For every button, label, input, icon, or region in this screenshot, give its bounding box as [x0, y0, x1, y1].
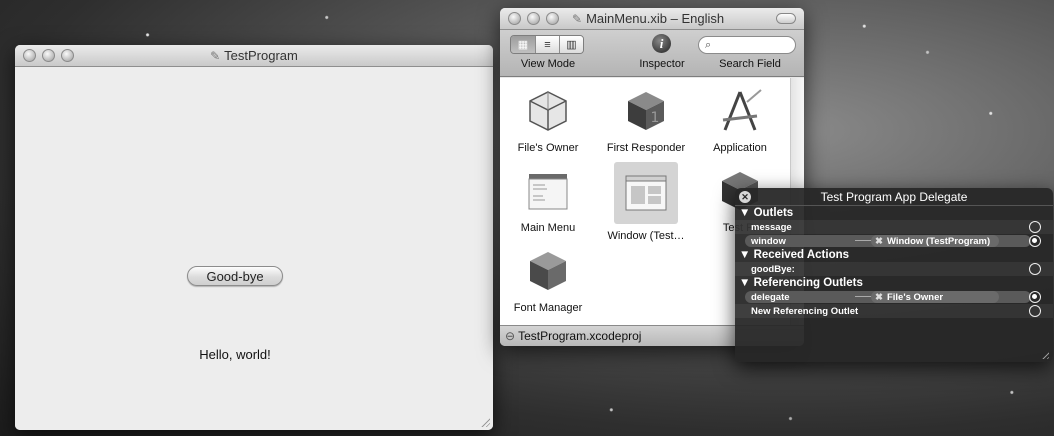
action-goodbye-row[interactable]: goodBye: [735, 262, 1053, 276]
item-label: Main Menu [520, 222, 576, 234]
close-window-button[interactable] [23, 49, 36, 62]
testprogram-window: ✎ TestProgram Good-bye Hello, world! [15, 45, 493, 430]
connection-circle-icon[interactable] [1029, 305, 1041, 317]
item-label: Font Manager [513, 302, 583, 314]
received-actions-header[interactable]: ▼ Received Actions [735, 248, 1053, 262]
inspector-info-icon[interactable]: i [652, 34, 671, 53]
project-icon[interactable]: ⊖ [505, 329, 515, 343]
outlet-name: message [751, 221, 792, 233]
outlets-header[interactable]: ▼ Outlets [735, 206, 1053, 220]
icon-view-icon[interactable]: ▦ [511, 36, 535, 53]
xib-object-first-responder[interactable]: 1 First Responder [598, 88, 694, 154]
cube-outline-icon [525, 88, 571, 134]
outlet-name: window [751, 235, 786, 247]
project-name: TestProgram.xcodeproj [518, 329, 642, 343]
view-mode-label: View Mode [520, 58, 576, 70]
item-label: Window (Test… [607, 230, 685, 242]
good-bye-button[interactable]: Good-bye [187, 266, 283, 286]
xib-object-main-menu[interactable]: Main Menu [500, 168, 596, 234]
connection-circle-icon[interactable] [1029, 263, 1041, 275]
hud-footer [735, 346, 1053, 362]
resize-grip-icon[interactable] [1040, 350, 1049, 359]
xib-object-files-owner[interactable]: File's Owner [500, 88, 596, 154]
hud-titlebar[interactable]: ✕ Test Program App Delegate [735, 188, 1053, 206]
window-controls [23, 49, 74, 62]
referencing-delegate-row[interactable]: delegate ✖ File's Owner [735, 290, 1053, 304]
connection-target-label: File's Owner [886, 291, 944, 303]
referencing-name: New Referencing Outlet [751, 305, 859, 317]
connection-target[interactable]: ✖ File's Owner [871, 291, 999, 303]
font-cube-icon [525, 248, 571, 294]
window-icon [623, 170, 669, 216]
connection-circle-icon[interactable] [1029, 221, 1041, 233]
window-title-label: TestProgram [224, 48, 298, 63]
new-referencing-outlet-row[interactable]: New Referencing Outlet [735, 304, 1053, 318]
application-a-icon [717, 88, 763, 134]
outlet-message-row[interactable]: message [735, 220, 1053, 234]
testprogram-titlebar[interactable]: ✎ TestProgram [15, 45, 493, 67]
item-label: File's Owner [517, 142, 579, 154]
search-icon: ⌕ [705, 38, 712, 51]
hud-title: Test Program App Delegate [820, 189, 968, 204]
zoom-window-button[interactable] [546, 12, 559, 25]
minimize-window-button[interactable] [42, 49, 55, 62]
search-field-label: Search Field [719, 58, 781, 70]
item-label: Application [713, 142, 767, 154]
connected-circle-icon[interactable] [1029, 291, 1041, 303]
xib-toolbar: ▦ ≡ ▥ View Mode i Inspector ⌕ Search Fie… [500, 30, 804, 77]
action-name: goodBye: [751, 263, 795, 275]
column-view-icon[interactable]: ▥ [559, 36, 583, 53]
selection-highlight [614, 162, 678, 224]
close-icon[interactable]: ✕ [739, 191, 751, 203]
minimize-window-button[interactable] [527, 12, 540, 25]
connections-hud-panel: ✕ Test Program App Delegate ▼ Outlets me… [735, 188, 1053, 362]
connection-target[interactable]: ✖ Window (TestProgram) [871, 235, 999, 247]
referencing-outlets-header[interactable]: ▼ Referencing Outlets [735, 276, 1053, 290]
window-content: Good-bye Hello, world! [15, 67, 493, 430]
disconnect-icon[interactable]: ✖ [875, 236, 883, 247]
item-label: First Responder [606, 142, 686, 154]
referencing-name: delegate [751, 291, 790, 303]
search-field[interactable]: ⌕ [698, 36, 796, 54]
xib-object-window[interactable]: Window (Test… [598, 162, 694, 242]
menu-icon [525, 168, 571, 214]
window-title-label: MainMenu.xib – English [586, 11, 725, 26]
window-controls [508, 12, 559, 25]
svg-text:1: 1 [651, 110, 660, 126]
xib-titlebar[interactable]: ✎ MainMenu.xib – English [500, 8, 804, 30]
hello-label: Hello, world! [199, 347, 271, 362]
connection-target-label: Window (TestProgram) [886, 235, 991, 247]
resize-grip-icon[interactable] [480, 417, 490, 427]
window-title: ✎ TestProgram [210, 48, 298, 63]
window-title: ✎ MainMenu.xib – English [572, 11, 724, 26]
disconnect-icon[interactable]: ✖ [875, 292, 883, 303]
xib-object-application[interactable]: Application [692, 88, 788, 154]
list-view-icon[interactable]: ≡ [535, 36, 559, 53]
toolbar-toggle-button[interactable] [776, 13, 796, 24]
xib-object-font-manager[interactable]: Font Manager [500, 248, 596, 314]
dark-cube-1-icon: 1 [623, 88, 669, 134]
connected-circle-icon[interactable] [1029, 235, 1041, 247]
zoom-window-button[interactable] [61, 49, 74, 62]
outlet-window-row[interactable]: window ✖ Window (TestProgram) [735, 234, 1053, 248]
close-window-button[interactable] [508, 12, 521, 25]
document-proxy-icon[interactable]: ✎ [572, 12, 582, 26]
view-mode-segmented-control[interactable]: ▦ ≡ ▥ [510, 35, 584, 54]
search-input[interactable] [715, 39, 786, 51]
inspector-label: Inspector [639, 58, 685, 70]
document-proxy-icon[interactable]: ✎ [210, 49, 220, 63]
